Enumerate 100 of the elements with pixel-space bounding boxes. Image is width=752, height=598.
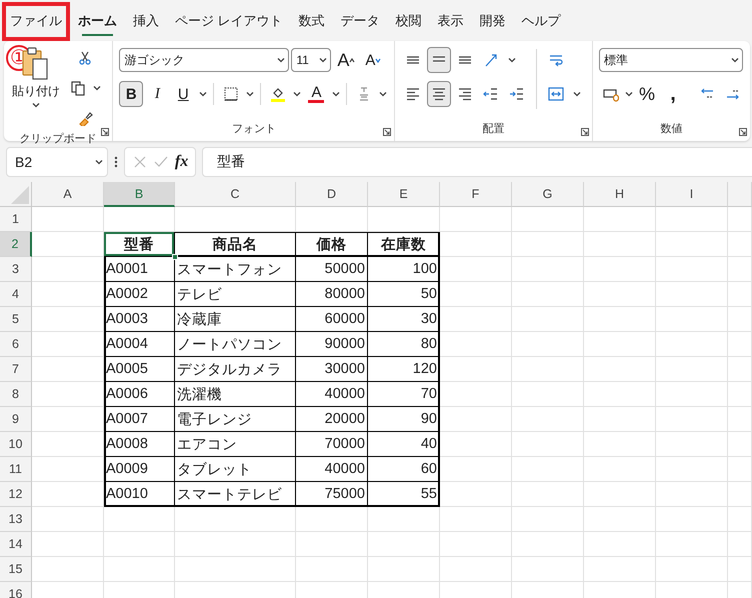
ribbon-tab[interactable]: ページ レイアウト <box>167 2 291 41</box>
table-cell: 洗濯機 <box>175 382 296 407</box>
caret-icon <box>277 57 286 63</box>
ribbon-tab[interactable]: データ <box>332 2 388 41</box>
empty-cell <box>104 532 175 557</box>
decrease-font-size-button[interactable]: A <box>361 47 386 73</box>
row-header[interactable]: 5 <box>0 307 32 332</box>
font-color-button[interactable]: A <box>304 81 328 107</box>
table-cell: 90 <box>368 407 440 432</box>
empty-cell <box>656 407 728 432</box>
launcher-icon[interactable] <box>581 128 589 136</box>
row-header[interactable]: 3 <box>0 257 32 282</box>
group-label: 数値 <box>660 122 682 137</box>
column-header[interactable]: I <box>656 182 728 207</box>
table-cell: 80 <box>368 332 440 357</box>
launcher-icon[interactable] <box>101 128 110 136</box>
row-header[interactable]: 11 <box>0 457 32 482</box>
row-header[interactable]: 16 <box>0 582 32 598</box>
empty-cell <box>728 382 752 407</box>
percent-button[interactable]: % <box>635 81 659 107</box>
table-cell: 120 <box>368 357 440 382</box>
row-header[interactable]: 10 <box>0 432 32 457</box>
name-box[interactable]: B2 <box>6 147 108 177</box>
scissors-icon <box>77 50 93 66</box>
table-cell: A0004 <box>104 332 175 357</box>
empty-cell <box>656 457 728 482</box>
italic-button[interactable]: I <box>145 81 170 107</box>
column-header[interactable]: H <box>584 182 656 207</box>
table-cell: A0002 <box>104 282 175 307</box>
row-header[interactable]: 4 <box>0 282 32 307</box>
column-header[interactable]: F <box>440 182 512 207</box>
empty-cell <box>368 557 440 582</box>
table-cell: 電子レンジ <box>175 407 296 432</box>
table-cell: 55 <box>368 482 440 507</box>
empty-cell <box>512 382 584 407</box>
horizontal-align-button[interactable] <box>427 81 452 107</box>
bold-button[interactable]: B <box>119 81 144 107</box>
row-header[interactable]: 7 <box>0 357 32 382</box>
empty-cell <box>440 457 512 482</box>
table-cell: 70 <box>368 382 440 407</box>
row-header[interactable]: 13 <box>0 507 32 532</box>
row-header[interactable]: 1 <box>0 207 32 232</box>
empty-cell <box>512 407 584 432</box>
ribbon-tab[interactable]: ホーム <box>70 2 125 41</box>
increase-font-size-button[interactable]: A <box>333 47 360 73</box>
column-header[interactable]: D <box>296 182 368 207</box>
table-cell: A0007 <box>104 407 175 432</box>
empty-cell <box>584 232 656 257</box>
ribbon-tab[interactable]: 開発 <box>472 2 514 41</box>
table-cell: 30000 <box>296 357 368 382</box>
vertical-align-button[interactable] <box>427 47 452 73</box>
empty-cell <box>512 357 584 382</box>
ribbon-tab[interactable]: 表示 <box>430 2 472 41</box>
insert-function-button[interactable]: fx <box>174 153 188 171</box>
underline-button[interactable]: U <box>171 81 196 107</box>
empty-cell <box>440 407 512 432</box>
column-header[interactable]: A <box>32 182 104 207</box>
empty-cell <box>440 432 512 457</box>
ribbon-tab[interactable]: 数式 <box>290 2 333 41</box>
row-header[interactable]: 6 <box>0 332 32 357</box>
empty-cell <box>512 307 584 332</box>
column-header[interactable]: C <box>175 182 296 207</box>
empty-cell <box>656 532 728 557</box>
group-label: クリップボード <box>20 132 97 146</box>
column-header[interactable]: B <box>104 182 175 207</box>
empty-cell <box>656 257 728 282</box>
empty-cell <box>584 482 656 507</box>
column-header[interactable]: G <box>512 182 584 207</box>
row-header[interactable]: 9 <box>0 407 32 432</box>
caret-icon <box>731 57 739 63</box>
ribbon-tab[interactable]: 挿入 <box>125 2 167 41</box>
ribbon-tab[interactable]: 校閲 <box>388 2 430 41</box>
column-header[interactable]: E <box>368 182 440 207</box>
font-size-dropdown[interactable]: 11 <box>291 48 332 72</box>
number-format-dropdown[interactable]: 標準 <box>599 48 743 72</box>
empty-cell <box>728 332 752 357</box>
ribbon-tab[interactable]: ファイル <box>2 2 70 41</box>
formula-input[interactable]: 型番 <box>202 147 752 177</box>
table-cell: エアコン <box>175 432 296 457</box>
table-cell: デジタルカメラ <box>175 357 296 382</box>
comma-style-button[interactable]: , <box>661 81 685 107</box>
empty-cell <box>584 382 656 407</box>
font-name-dropdown[interactable]: 游ゴシック <box>119 48 290 72</box>
row-header[interactable]: 15 <box>0 557 32 582</box>
launcher-icon[interactable] <box>383 128 392 136</box>
empty-cell <box>512 532 584 557</box>
caret-icon <box>32 102 40 108</box>
fill-handle[interactable] <box>172 254 178 260</box>
indent-decrease-icon <box>483 86 500 102</box>
empty-cell <box>584 407 656 432</box>
row-header[interactable]: 12 <box>0 482 32 507</box>
empty-cell <box>584 207 656 232</box>
table-cell: 75000 <box>296 482 368 507</box>
row-header[interactable]: 14 <box>0 532 32 557</box>
row-header[interactable]: 8 <box>0 382 32 407</box>
ribbon-tab[interactable]: ヘルプ <box>514 2 569 41</box>
empty-cell <box>584 332 656 357</box>
launcher-icon[interactable] <box>739 128 747 136</box>
align-left-icon <box>405 86 422 102</box>
row-header[interactable]: 2 <box>0 232 32 257</box>
